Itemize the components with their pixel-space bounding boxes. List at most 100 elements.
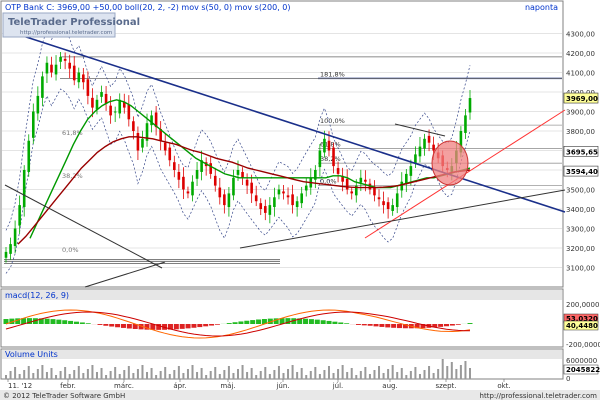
- candle-body: [432, 145, 435, 151]
- volume-bar: [50, 368, 52, 379]
- candle-body: [73, 66, 76, 81]
- candle-body: [464, 115, 467, 133]
- candle-body: [423, 139, 426, 149]
- macd-histogram-bar: [250, 320, 255, 324]
- volume-bar: [60, 371, 62, 379]
- candle-body: [228, 193, 231, 207]
- macd-histogram-bar: [174, 324, 179, 329]
- price-tick-label: 3900,00: [566, 109, 595, 117]
- volume-bar: [55, 375, 57, 379]
- fib-label: 100,0%: [320, 117, 345, 125]
- candle-body: [337, 168, 340, 174]
- candle-body: [364, 180, 367, 182]
- candle-body: [414, 154, 417, 163]
- candle-body: [378, 197, 381, 199]
- volume-bar: [242, 365, 244, 379]
- candle-body: [182, 177, 185, 190]
- macd-histogram-bar: [362, 324, 367, 325]
- volume-bar: [369, 374, 371, 379]
- candle-body: [323, 139, 326, 153]
- time-tick-label: márc.: [114, 382, 134, 390]
- volume-bar: [328, 366, 330, 379]
- macd-histogram-bar: [327, 321, 332, 324]
- time-tick-label: máj.: [220, 382, 235, 390]
- macd-histogram-bar: [215, 324, 220, 325]
- macd-histogram-bar: [368, 324, 373, 326]
- volume-bar: [460, 365, 462, 379]
- chart-svg: OTP Bank C: 3969,00 +50,00 boll(20, 2, -…: [0, 0, 600, 400]
- macd-histogram-bar: [244, 321, 249, 324]
- volume-bar: [64, 367, 66, 379]
- candle-body: [55, 65, 58, 75]
- candle-body: [214, 176, 217, 186]
- volume-bar: [273, 370, 275, 379]
- time-tick-label: júl.: [332, 382, 344, 390]
- volume-tick-label: 0: [566, 375, 570, 383]
- macd-histogram-bar: [191, 324, 196, 328]
- fib-label-left: 0,0%: [62, 246, 79, 254]
- macd-tick-label: -200,0000: [566, 341, 600, 349]
- volume-bar: [401, 368, 403, 379]
- volume-header-bar: [2, 350, 562, 359]
- macd-histogram-bar: [303, 319, 308, 324]
- volume-bar: [424, 370, 426, 379]
- candle-body: [59, 57, 62, 62]
- price-tick-label: 3200,00: [566, 245, 595, 253]
- candle-body: [300, 193, 303, 203]
- volume-bar: [78, 366, 80, 379]
- macd-histogram-bar: [238, 321, 243, 324]
- candle-body: [105, 94, 108, 104]
- volume-bar: [173, 370, 175, 379]
- time-tick-label: ápr.: [173, 382, 186, 390]
- macd-histogram-bar: [338, 322, 343, 324]
- macd-histogram-bar: [180, 324, 185, 329]
- interval-label: naponta: [525, 3, 558, 12]
- volume-bar: [314, 367, 316, 379]
- candle-body: [237, 170, 240, 175]
- macd-histogram-bar: [97, 324, 102, 325]
- volume-bar: [164, 367, 166, 379]
- macd-histogram-bar: [309, 319, 314, 324]
- macd-histogram-bar: [450, 324, 455, 326]
- macd-histogram-bar: [127, 324, 132, 329]
- volume-bar: [278, 366, 280, 379]
- volume-bar: [137, 369, 139, 379]
- macd-histogram-bar: [233, 322, 238, 324]
- candle-body: [278, 190, 281, 195]
- volume-bar: [110, 371, 112, 379]
- volume-bar: [96, 372, 98, 379]
- macd-histogram-bar: [374, 324, 379, 326]
- volume-bar: [442, 359, 444, 379]
- macd-header-bar: [2, 290, 562, 300]
- volume-bar: [232, 373, 234, 379]
- volume-bar: [82, 373, 84, 379]
- volume-bar: [355, 375, 357, 379]
- macd-histogram-bar: [227, 323, 232, 324]
- candle-body: [419, 147, 422, 157]
- volume-bar: [364, 367, 366, 379]
- macd-histogram-bar: [209, 324, 214, 326]
- time-tick-label: febr.: [60, 382, 76, 390]
- macd-histogram-bar: [103, 324, 108, 326]
- volume-bar: [32, 373, 34, 379]
- macd-histogram-bar: [74, 322, 79, 324]
- macd-histogram-bar: [109, 324, 114, 327]
- volume-bar: [333, 373, 335, 379]
- candle-body: [191, 182, 194, 196]
- candle-body: [250, 183, 253, 194]
- candle-body: [410, 166, 413, 176]
- volume-bar: [46, 372, 48, 379]
- price-badge-label: 3594,40: [566, 168, 598, 176]
- candle-body: [232, 178, 235, 196]
- volume-bar: [292, 365, 294, 379]
- candle-body: [18, 205, 21, 225]
- price-badge-label: 3969,00: [566, 95, 598, 103]
- volume-bar: [419, 374, 421, 379]
- chart-window: OTP Bank C: 3969,00 +50,00 boll(20, 2, -…: [0, 0, 600, 400]
- volume-bar: [169, 374, 171, 379]
- candle-body: [109, 106, 112, 116]
- volume-bar: [87, 369, 89, 379]
- macd-histogram-bar: [315, 320, 320, 324]
- candle-body: [387, 202, 390, 209]
- candle-body: [400, 182, 403, 191]
